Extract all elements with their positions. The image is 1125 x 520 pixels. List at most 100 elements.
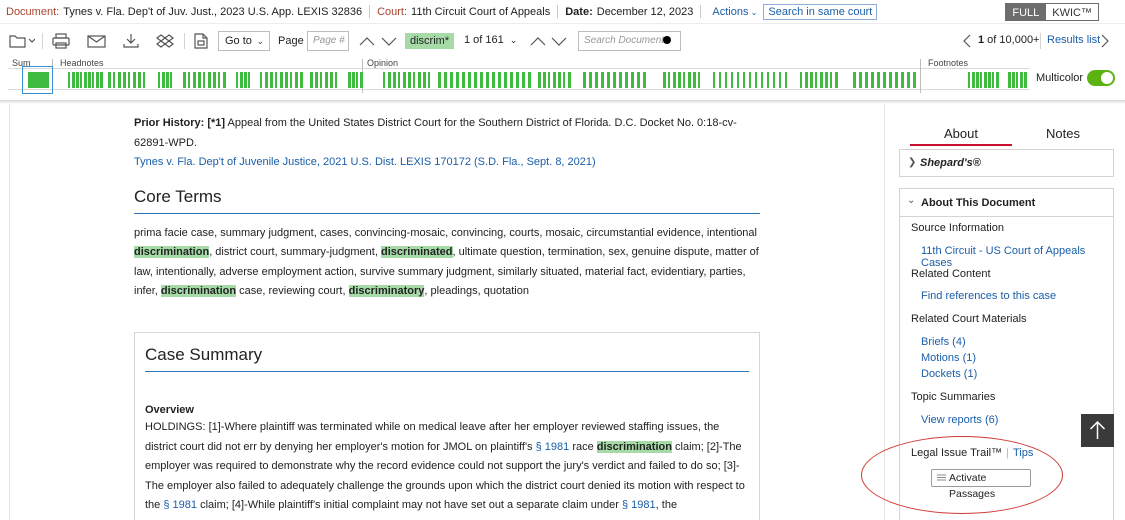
search-term-chip[interactable]: discrim* [405,33,455,49]
hit-tick[interactable] [270,72,273,88]
search-document-input[interactable]: Search Document [578,31,681,51]
hit-tick[interactable] [248,72,250,88]
hit-tick[interactable] [88,72,91,88]
hit-tick[interactable] [607,72,610,88]
hit-tick[interactable] [889,72,892,88]
hit-tick[interactable] [108,72,111,88]
hit-tick[interactable] [1024,72,1027,88]
hit-tick[interactable] [335,72,337,88]
map-section-headnotes[interactable]: Headnotes [60,58,104,68]
hit-tick[interactable] [468,72,471,88]
hit-tick[interactable] [984,72,987,88]
hit-tick[interactable] [883,72,886,88]
hit-tick[interactable] [143,72,145,88]
hit-tick[interactable] [80,72,82,88]
hit-tick[interactable] [725,72,727,88]
hit-tick[interactable] [558,72,561,88]
hit-tick[interactable] [310,72,313,88]
hit-tick[interactable] [398,72,400,88]
hit-tick[interactable] [320,72,322,88]
hit-tick[interactable] [280,72,283,88]
hit-tick[interactable] [800,72,802,88]
hit-tick[interactable] [528,72,531,88]
hit-tick[interactable] [678,72,681,88]
hit-tick[interactable] [877,72,880,88]
hit-tick[interactable] [693,72,696,88]
hit-tick[interactable] [698,72,700,88]
hit-tick[interactable] [637,72,640,88]
hit-tick[interactable] [356,72,358,88]
hit-tick[interactable] [218,72,220,88]
hit-tick[interactable] [166,72,169,88]
tab-about[interactable]: About [910,126,1012,146]
next-result-button[interactable] [1100,28,1110,54]
hit-tick[interactable] [383,72,385,88]
hit-tick[interactable] [773,72,775,88]
hit-tick[interactable] [118,72,121,88]
hit-tick[interactable] [213,72,216,88]
hit-tick[interactable] [601,72,604,88]
previous-page-button[interactable] [358,28,376,54]
view-reports-link[interactable]: View reports (6) [921,414,998,426]
briefs-link[interactable]: Briefs (4) [921,336,966,348]
hit-tick[interactable] [265,72,268,88]
hit-tick[interactable] [913,72,916,88]
hit-tick[interactable] [538,72,541,88]
source-link[interactable]: 11th Circuit - US Court of Appeals Cases [921,245,1113,269]
hit-tick[interactable] [76,72,79,88]
hit-tick[interactable] [785,72,787,88]
hit-tick[interactable] [423,72,426,88]
hit-tick[interactable] [72,72,75,88]
hit-tick[interactable] [123,72,126,88]
hit-tick[interactable] [133,72,136,88]
hit-tick[interactable] [300,72,303,88]
about-document-header[interactable]: ⌄ About This Document [900,189,1113,217]
map-viewport-indicator[interactable] [22,66,53,94]
hit-tick[interactable] [100,72,103,88]
motions-link[interactable]: Motions (1) [921,352,976,364]
hit-tick[interactable] [907,72,910,88]
term-hit-map[interactable] [8,59,1030,94]
hit-tick[interactable] [996,72,999,88]
document-details-button[interactable] [193,28,209,54]
hit-tick[interactable] [553,72,556,88]
statute-link[interactable]: § 1981 [163,499,197,511]
hit-tick[interactable] [325,72,328,88]
hit-tick[interactable] [510,72,513,88]
hit-tick[interactable] [244,72,247,88]
hit-tick[interactable] [403,72,406,88]
hit-tick[interactable] [480,72,483,88]
hit-tick[interactable] [583,72,586,88]
hit-tick[interactable] [761,72,763,88]
full-view-button[interactable]: FULL [1005,3,1047,21]
hit-tick[interactable] [450,72,453,88]
search-same-court-button[interactable]: Search in same court [763,3,878,20]
hit-tick[interactable] [504,72,507,88]
hit-tick[interactable] [595,72,598,88]
hit-tick[interactable] [688,72,691,88]
hit-tick[interactable] [543,72,546,88]
hit-tick[interactable] [285,72,288,88]
hit-tick[interactable] [236,72,238,88]
hit-tick[interactable] [240,72,243,88]
hit-tick[interactable] [315,72,318,88]
hit-tick[interactable] [976,72,979,88]
hit-tick[interactable] [810,72,813,88]
search-term-highlight[interactable]: discrimination [160,285,237,297]
hit-tick[interactable] [113,72,115,88]
hit-tick[interactable] [428,72,430,88]
hit-tick[interactable] [625,72,628,88]
hit-tick[interactable] [290,72,292,88]
hit-tick[interactable] [755,72,757,88]
hit-tick[interactable] [980,72,982,88]
hit-tick[interactable] [348,72,351,88]
hit-tick[interactable] [589,72,592,88]
search-term-highlight[interactable]: discriminated [380,246,453,258]
hit-tick[interactable] [901,72,904,88]
hit-tick[interactable] [815,72,817,88]
hit-tick[interactable] [418,72,421,88]
hit-tick[interactable] [895,72,898,88]
hit-tick[interactable] [492,72,495,88]
shepards-section[interactable]: ❯ Shepard's® [899,149,1114,177]
hit-tick[interactable] [158,72,160,88]
